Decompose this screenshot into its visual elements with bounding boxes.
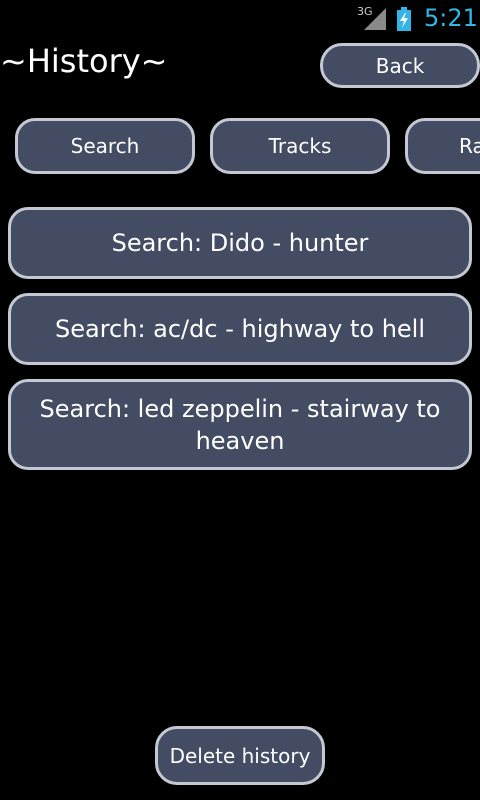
status-clock: 5:21 — [424, 4, 478, 32]
delete-history-button[interactable]: Delete history — [155, 726, 325, 785]
battery-charging-icon — [397, 7, 411, 31]
screen: 3G 5:21 ~History~ Back Search Tracks Ra … — [0, 0, 480, 800]
history-item[interactable]: Search: ac/dc - highway to hell — [8, 293, 472, 365]
page-title: ~History~ — [0, 42, 168, 80]
tab-ra[interactable]: Ra — [405, 118, 480, 174]
history-item[interactable]: Search: led zeppelin - stairway to heave… — [8, 379, 472, 470]
status-bar: 3G 5:21 — [0, 0, 480, 38]
back-button[interactable]: Back — [320, 43, 480, 88]
history-item[interactable]: Search: Dido - hunter — [8, 207, 472, 279]
tab-tracks[interactable]: Tracks — [210, 118, 390, 174]
network-type-label: 3G — [357, 5, 373, 18]
tab-search[interactable]: Search — [15, 118, 195, 174]
